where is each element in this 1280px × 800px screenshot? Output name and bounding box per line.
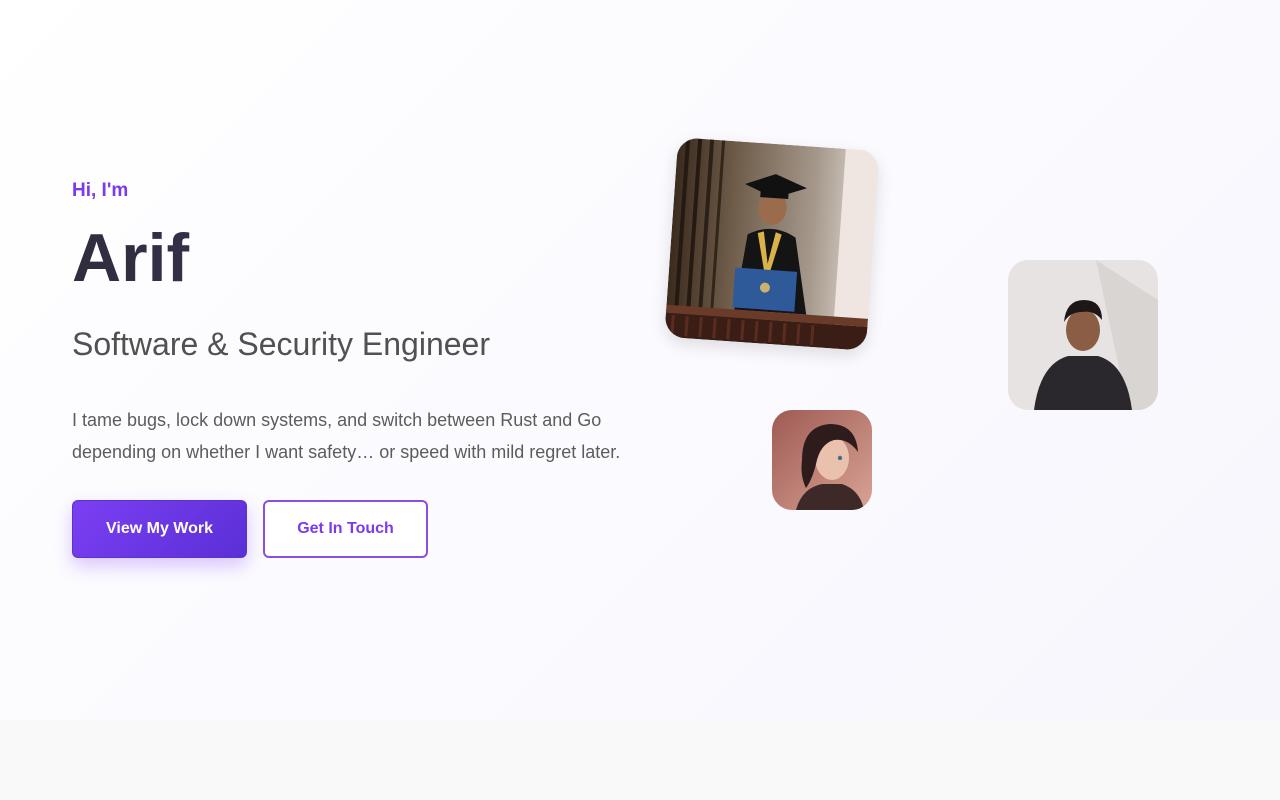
portrait-photo bbox=[1008, 260, 1158, 410]
hero-bio: I tame bugs, lock down systems, and swit… bbox=[72, 410, 621, 462]
get-in-touch-button[interactable]: Get In Touch bbox=[263, 500, 428, 558]
hero-name: Arif bbox=[72, 216, 632, 300]
hero-section: Hi, I'm Arif Software & Security Enginee… bbox=[0, 0, 1280, 720]
hero-role: Software & Security Engineer bbox=[72, 326, 490, 362]
hero-greeting: Hi, I'm bbox=[72, 180, 129, 201]
graduation-photo bbox=[664, 137, 880, 351]
avatar bbox=[772, 410, 872, 510]
hero-intro: Hi, I'm Arif Software & Security Enginee… bbox=[72, 178, 632, 558]
next-section-band bbox=[0, 720, 1280, 800]
hero-actions: View My Work Get In Touch bbox=[72, 500, 632, 558]
view-my-work-button[interactable]: View My Work bbox=[72, 500, 247, 558]
